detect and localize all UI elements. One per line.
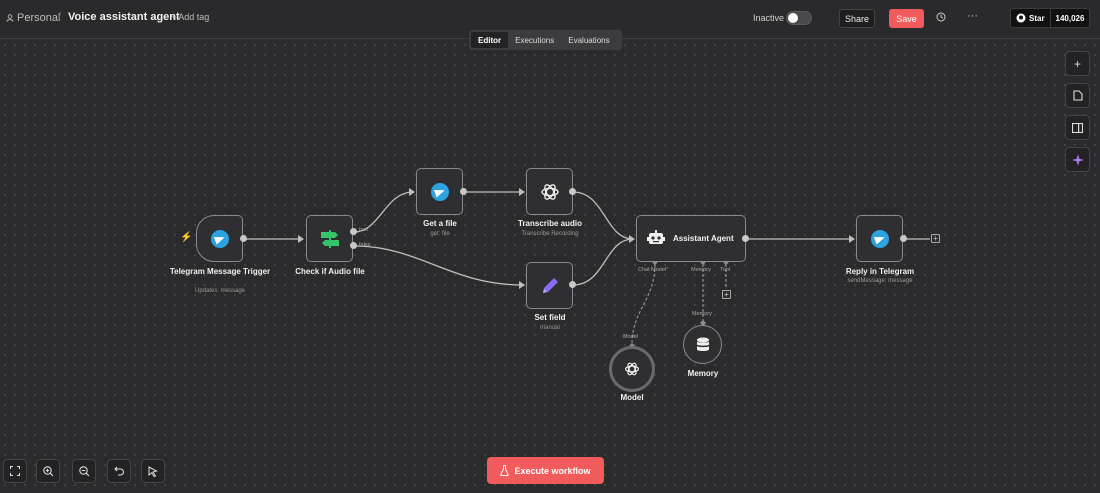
telegram-icon (210, 229, 229, 248)
ai-assistant-button[interactable] (1065, 147, 1090, 172)
panel-icon (1072, 122, 1083, 133)
pointer-tool-button[interactable] (141, 459, 165, 483)
trigger-bolt-icon: ⚡ (180, 232, 193, 243)
node-label: Check if Audio file (295, 267, 365, 276)
port-label-false: false (359, 242, 371, 248)
node-memory[interactable] (683, 325, 722, 364)
zoom-in-icon (42, 465, 53, 476)
node-label: Memory (687, 369, 719, 378)
fit-view-button[interactable] (3, 459, 27, 483)
undo-button[interactable] (107, 459, 131, 483)
add-tool-button[interactable]: + (722, 290, 731, 299)
arrow-reply (849, 235, 855, 243)
node-label: Set field (534, 313, 566, 322)
node-check-audio[interactable] (306, 215, 353, 262)
add-node-panel-button[interactable]: + (1065, 51, 1090, 76)
robot-icon (647, 230, 665, 244)
sticky-note-button[interactable] (1065, 83, 1090, 108)
port-label-memory-input: Memory (692, 311, 712, 317)
edge-model-chatmodel (631, 263, 656, 345)
node-get-file[interactable] (416, 168, 463, 215)
add-node-button[interactable]: + (931, 234, 940, 243)
openai-icon (625, 362, 639, 376)
node-label: Assistant Agent (673, 234, 734, 243)
node-telegram-trigger[interactable] (196, 215, 243, 262)
pointer-icon (148, 465, 158, 477)
zoom-in-button[interactable] (36, 459, 60, 483)
undo-icon (113, 466, 124, 476)
node-transcribe-audio[interactable] (526, 168, 573, 215)
plus-icon: + (1073, 56, 1081, 71)
node-label: Telegram Message Trigger (169, 267, 271, 276)
sticky-note-icon (1072, 90, 1083, 101)
output-port[interactable] (742, 235, 749, 242)
node-label: Transcribe audio (517, 219, 583, 228)
node-subtitle: sendMessage: message (847, 278, 913, 284)
node-subtitle: Transcribe Recording (521, 231, 579, 237)
edge-setfield-agent (572, 238, 634, 286)
output-port[interactable] (569, 281, 576, 288)
node-label: Get a file (423, 219, 457, 228)
output-port[interactable] (240, 235, 247, 242)
arrow-setfield (519, 281, 525, 289)
node-assistant-agent[interactable]: Assistant Agent (636, 215, 746, 262)
zoom-out-icon (78, 465, 89, 476)
node-set-field[interactable] (526, 262, 573, 309)
port-label-tool: Tool (720, 267, 731, 273)
output-port[interactable] (569, 188, 576, 195)
zoom-out-button[interactable] (72, 459, 96, 483)
pencil-icon (542, 277, 558, 293)
fit-view-icon (10, 466, 20, 476)
execute-workflow-label: Execute workflow (514, 465, 591, 476)
node-label: Reply in Telegram (845, 267, 915, 276)
switch-icon (320, 229, 339, 248)
output-port[interactable] (460, 188, 467, 195)
flask-icon (500, 465, 510, 476)
node-subtitle: Updates: message (194, 288, 246, 294)
arrow-check (298, 235, 304, 243)
toggle-panel-button[interactable] (1065, 115, 1090, 140)
port-label-true: true (359, 227, 369, 233)
telegram-icon (430, 182, 449, 201)
port-label-chat-model: Chat Model (638, 267, 668, 273)
output-port[interactable] (900, 235, 907, 242)
arrow-transcribe (519, 188, 525, 196)
telegram-icon (870, 229, 889, 248)
execute-workflow-button[interactable]: Execute workflow (487, 457, 604, 484)
port-label-model: Model (623, 334, 638, 340)
edge-false-setfield (353, 245, 524, 286)
database-icon (696, 337, 709, 351)
node-subtitle: manual (540, 325, 560, 331)
arrow-getfile (409, 188, 415, 196)
output-port-true[interactable] (350, 228, 357, 235)
openai-icon (540, 183, 559, 200)
node-label: Model (620, 393, 644, 402)
sparkle-icon (1071, 153, 1084, 166)
output-port-false[interactable] (350, 242, 357, 249)
node-reply-telegram[interactable] (856, 215, 903, 262)
connections-layer (244, 188, 930, 349)
arrow-agent (629, 235, 635, 243)
port-label-memory: Memory (691, 267, 711, 273)
node-subtitle: get: file (430, 231, 450, 237)
